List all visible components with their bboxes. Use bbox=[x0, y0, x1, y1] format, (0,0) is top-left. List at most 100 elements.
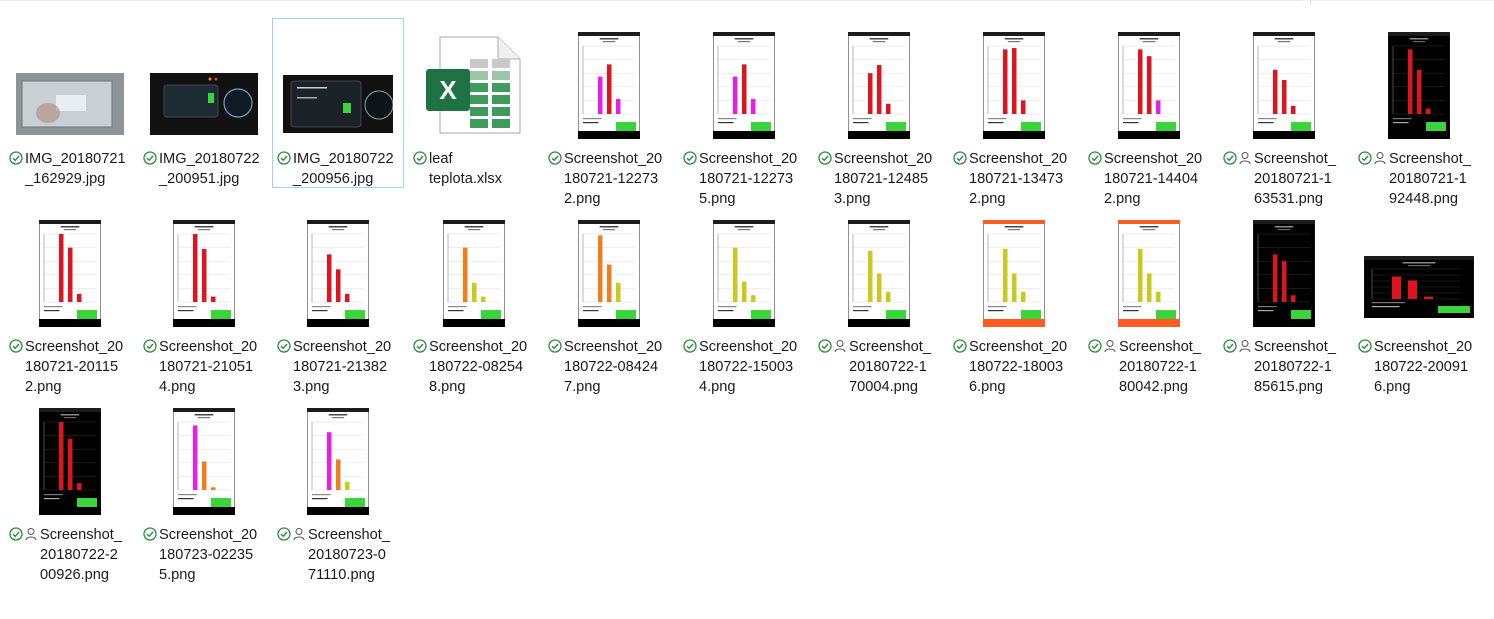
file-label-row: Screenshot_ 20180722-1 85615.png bbox=[1223, 337, 1347, 397]
file-name: Screenshot_20 180722-18003 6.png bbox=[969, 339, 1068, 395]
chart-title-mark bbox=[60, 413, 80, 415]
file-item[interactable]: Screenshot_20 180722-15003 4.png bbox=[678, 206, 810, 395]
file-item[interactable]: Screenshot_ 20180723-0 71110.png bbox=[272, 394, 404, 583]
file-item[interactable]: Screenshot_20 180722-18003 6.png bbox=[948, 206, 1080, 395]
file-label-row: IMG_20180722 _200951.jpg bbox=[143, 149, 267, 189]
file-label-row: Screenshot_ 20180723-0 71110.png bbox=[277, 525, 401, 585]
chart-bar bbox=[1147, 55, 1152, 114]
phone-status-bar bbox=[713, 31, 775, 36]
file-thumbnail: X bbox=[409, 21, 539, 149]
soc-mark bbox=[1123, 121, 1139, 123]
chart-bar bbox=[877, 272, 882, 302]
file-item[interactable]: Screenshot_ 20180722-1 70004.png bbox=[813, 206, 945, 395]
file-item[interactable]: Screenshot_ 20180722-1 85615.png bbox=[1218, 206, 1350, 395]
chart-bar bbox=[211, 296, 216, 302]
chart-subtitle-mark bbox=[872, 228, 886, 230]
chart-title-mark bbox=[328, 413, 348, 415]
phone-status-bar bbox=[1388, 31, 1450, 36]
chart-bar bbox=[1408, 280, 1417, 299]
file-item[interactable]: Screenshot_ 20180722-2 00926.png bbox=[4, 394, 136, 583]
chart-subtitle-mark bbox=[197, 416, 211, 418]
chart-bar bbox=[1147, 272, 1152, 302]
file-item[interactable]: Screenshot_20 180723-02235 5.png bbox=[138, 394, 270, 583]
phone-status-bar bbox=[578, 31, 640, 36]
sync-status-icon bbox=[277, 339, 291, 353]
file-item[interactable]: IMG_20180722 _200956.jpg bbox=[272, 18, 404, 188]
file-item[interactable]: Screenshot_ 20180722-1 80042.png bbox=[1083, 206, 1215, 395]
screenshot-thumbnail bbox=[1118, 31, 1180, 139]
status-green-box bbox=[751, 309, 771, 319]
phone-status-bar bbox=[1118, 219, 1180, 224]
file-name: Screenshot_20 180722-08424 7.png bbox=[564, 339, 663, 395]
photo-thumbnail bbox=[150, 73, 258, 135]
chart-bar bbox=[1021, 99, 1026, 114]
file-label-row: Screenshot_20 180721-12273 5.png bbox=[683, 149, 807, 209]
sync-status-icon bbox=[1088, 339, 1102, 353]
chart-title-mark bbox=[60, 225, 80, 227]
soc-mark bbox=[583, 121, 599, 123]
status-green-box bbox=[886, 309, 906, 319]
file-label-row: Screenshot_20 180722-15003 4.png bbox=[683, 337, 807, 397]
sync-status-icon bbox=[953, 151, 967, 165]
chart-bar bbox=[1012, 272, 1017, 302]
file-name: Screenshot_20 180721-20115 2.png bbox=[25, 339, 124, 395]
file-item[interactable]: Screenshot_20 180721-12273 2.png bbox=[543, 18, 675, 207]
chart-bar bbox=[1273, 69, 1278, 114]
axis-caption-mark bbox=[1372, 302, 1405, 304]
file-item[interactable]: Screenshot_20 180721-20115 2.png bbox=[4, 206, 136, 395]
file-item[interactable]: Screenshot_20 180721-12273 5.png bbox=[678, 18, 810, 207]
chart-bar bbox=[733, 247, 738, 302]
chart-bar bbox=[77, 293, 82, 302]
file-item[interactable]: Screenshot_20 180721-14404 2.png bbox=[1083, 18, 1215, 207]
phone-status-bar bbox=[848, 219, 910, 224]
status-green-box bbox=[77, 497, 97, 507]
file-item[interactable]: Screenshot_ 20180721-1 63531.png bbox=[1218, 18, 1350, 207]
file-name: Screenshot_20 180723-02235 5.png bbox=[159, 527, 258, 583]
file-item[interactable]: Xleaf teplota.xlsx bbox=[408, 18, 540, 188]
file-item[interactable]: Screenshot_20 180721-13473 2.png bbox=[948, 18, 1080, 207]
chart-bar bbox=[1424, 296, 1433, 299]
file-item[interactable]: Screenshot_20 180722-08254 8.png bbox=[408, 206, 540, 395]
status-green-box bbox=[1291, 121, 1311, 131]
photo-thumbnail bbox=[283, 75, 393, 133]
soc-mark bbox=[1123, 309, 1139, 311]
chart-title-mark bbox=[734, 225, 754, 227]
file-item[interactable]: IMG_20180721 _162929.jpg bbox=[4, 18, 136, 188]
chart-subtitle-mark bbox=[63, 228, 77, 230]
screenshot-thumbnail bbox=[848, 31, 910, 139]
file-name: Screenshot_20 180721-12273 2.png bbox=[564, 151, 663, 207]
screenshot-thumbnail bbox=[713, 31, 775, 139]
phone-nav-bar bbox=[39, 318, 101, 327]
file-item[interactable]: Screenshot_20 180721-12485 3.png bbox=[813, 18, 945, 207]
file-item[interactable]: Screenshot_20 180722-20091 6.png bbox=[1353, 206, 1485, 395]
chart-bar bbox=[193, 424, 198, 490]
file-item[interactable]: Screenshot_20 180721-21382 3.png bbox=[272, 206, 404, 395]
file-thumbnail bbox=[273, 71, 403, 137]
file-thumbnail bbox=[544, 209, 674, 337]
file-thumbnail bbox=[949, 209, 1079, 337]
sync-status-icon bbox=[9, 339, 23, 353]
chart-subtitle-mark bbox=[1142, 228, 1156, 230]
chart-bar bbox=[336, 268, 341, 302]
chart-subtitle-mark bbox=[1142, 40, 1156, 42]
phone-nav-bar bbox=[578, 130, 640, 139]
chart-bar bbox=[1021, 291, 1026, 302]
shared-person-icon bbox=[1239, 152, 1251, 165]
chart-bar bbox=[68, 247, 73, 302]
file-item[interactable]: IMG_20180722 _200951.jpg bbox=[138, 18, 270, 188]
chart-subtitle-mark bbox=[1277, 40, 1291, 42]
file-item[interactable]: Screenshot_20 180721-21051 4.png bbox=[138, 206, 270, 395]
axis-caption-mark bbox=[178, 305, 197, 307]
file-item[interactable]: Screenshot_ 20180721-1 92448.png bbox=[1353, 18, 1485, 207]
chart-title-mark bbox=[869, 37, 889, 39]
phone-nav-bar bbox=[848, 130, 910, 139]
shared-person-icon bbox=[1104, 340, 1116, 353]
file-name: Screenshot_ 20180722-1 85615.png bbox=[1254, 339, 1336, 395]
file-grid: IMG_20180721 _162929.jpg IMG_20180722 _20… bbox=[0, 0, 1494, 619]
phone-nav-bar bbox=[713, 318, 775, 327]
file-item[interactable]: Screenshot_20 180722-08424 7.png bbox=[543, 206, 675, 395]
soc-mark bbox=[178, 497, 194, 499]
chart-title-mark bbox=[1004, 225, 1024, 227]
chart-bar bbox=[742, 63, 747, 114]
screenshot-thumbnail bbox=[713, 219, 775, 327]
